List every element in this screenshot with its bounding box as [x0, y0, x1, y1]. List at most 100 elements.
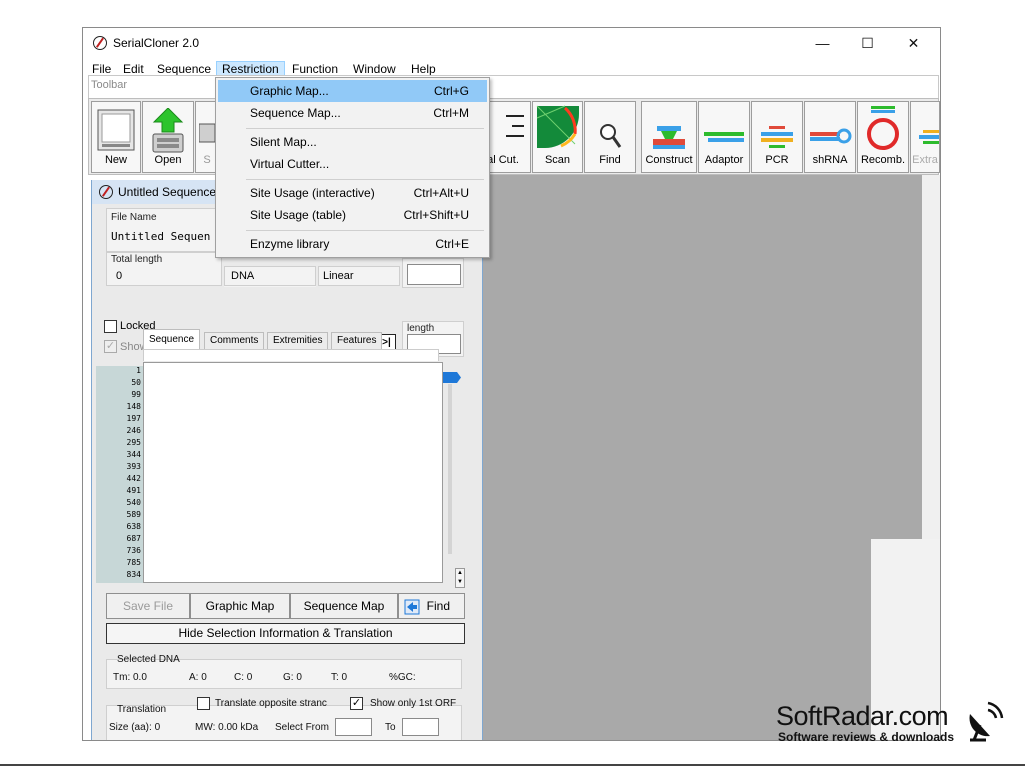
hide-selection-button[interactable]: Hide Selection Information & Translation — [106, 623, 465, 644]
topology-value: Linear — [323, 270, 354, 282]
translation-box: Translation Translate opposite stranc ✓ … — [106, 697, 462, 740]
select-from-input[interactable] — [335, 718, 372, 736]
ruler-number: 197 — [126, 414, 141, 423]
file-name-value[interactable]: Untitled Sequen — [111, 230, 210, 243]
ruler-number: 99 — [131, 390, 141, 399]
construct-button[interactable]: Construct — [641, 101, 697, 173]
selected-dna-box: Selected DNA Tm: 0.0 A: 0 C: 0 G: 0 T: 0… — [106, 654, 462, 689]
tab-comments[interactable]: Comments — [204, 332, 265, 349]
sequence-text-area[interactable] — [143, 362, 443, 583]
mw-value: MW: 0.00 kDa — [195, 722, 259, 733]
restriction-dropdown: Graphic Map... Ctrl+G Sequence Map... Ct… — [215, 77, 490, 258]
menu-separator — [246, 230, 484, 231]
menu-site-usage-table-label: Site Usage (table) — [250, 208, 347, 222]
menu-separator — [246, 128, 484, 129]
menu-site-usage-interactive[interactable]: Site Usage (interactive) Ctrl+Alt+U — [218, 182, 487, 204]
menu-silent-map[interactable]: Silent Map... — [218, 131, 487, 153]
topology-box: Linear — [318, 266, 400, 286]
scroll-spinner[interactable]: ▲ ▼ — [455, 568, 465, 588]
menu-sequence-map[interactable]: Sequence Map... Ctrl+M — [218, 102, 487, 124]
scan-button[interactable]: Scan — [532, 101, 583, 173]
save-file-button[interactable]: Save File — [106, 593, 190, 619]
ruler-number: 785 — [126, 558, 141, 567]
scan-icon — [536, 105, 579, 148]
recomb-button[interactable]: Recomb. — [857, 101, 909, 173]
close-button[interactable]: ✕ — [891, 32, 936, 54]
pcr-button[interactable]: PCR — [751, 101, 803, 173]
ruler-number: 491 — [126, 486, 141, 495]
scroll-track[interactable] — [448, 384, 452, 554]
tab-extremities[interactable]: Extremities — [267, 332, 329, 349]
virtual-cut-icon — [506, 115, 524, 137]
locked-checkbox[interactable] — [104, 320, 117, 333]
extra-button[interactable]: Extra — [910, 101, 940, 173]
type-box: DNA — [224, 266, 316, 286]
document-icon — [97, 109, 135, 151]
graphic-map-button[interactable]: Graphic Map — [190, 593, 290, 619]
position-input[interactable] — [407, 264, 461, 285]
gc-percent: %GC: — [389, 672, 416, 683]
new-button[interactable]: New — [91, 101, 141, 173]
menu-graphic-map[interactable]: Graphic Map... Ctrl+G — [218, 80, 487, 102]
scroll-thumb[interactable] — [443, 372, 461, 383]
selected-dna-label: Selected DNA — [117, 654, 180, 665]
menu-virtual-cutter[interactable]: Virtual Cutter... — [218, 153, 487, 175]
menu-site-usage-table[interactable]: Site Usage (table) Ctrl+Shift+U — [218, 204, 487, 226]
tab-features[interactable]: Features — [331, 332, 383, 349]
translate-opposite-label: Translate opposite stranc — [215, 698, 327, 709]
adaptor-button[interactable]: Adaptor — [698, 101, 750, 173]
ruler-number: 687 — [126, 534, 141, 543]
ruler-number: 50 — [131, 378, 141, 387]
menu-enzyme-library-shortcut: Ctrl+E — [435, 237, 469, 251]
construct-icon — [653, 126, 685, 149]
menu-enzyme-library[interactable]: Enzyme library Ctrl+E — [218, 233, 487, 255]
ruler-number: 442 — [126, 474, 141, 483]
show-first-orf-checkbox[interactable]: ✓ — [350, 697, 363, 710]
ruler-number: 1 — [136, 366, 141, 375]
translate-opposite-checkbox[interactable] — [197, 697, 210, 710]
main-window: SerialCloner 2.0 — ☐ ✕ File Edit Sequenc… — [82, 27, 941, 741]
app-logo-icon — [93, 36, 107, 50]
select-to-input[interactable] — [402, 718, 439, 736]
extra-icon — [919, 130, 939, 144]
save-icon — [199, 123, 215, 143]
t-count: T: 0 — [331, 672, 348, 683]
sequence-map-button[interactable]: Sequence Map — [290, 593, 398, 619]
menu-silent-map-label: Silent Map... — [250, 135, 317, 149]
find-button[interactable]: Find — [398, 593, 465, 619]
ruler-number: 246 — [126, 426, 141, 435]
construct-label: Construct — [645, 154, 693, 166]
tab-sequence[interactable]: Sequence — [143, 329, 201, 349]
sequence-window-title: Untitled Sequence — [118, 185, 217, 199]
maximize-button[interactable]: ☐ — [845, 32, 890, 54]
select-from-label: Select From — [275, 722, 329, 733]
sequence-window: Untitled Sequence File Name Untitled Seq… — [91, 180, 483, 740]
ruler-number: 393 — [126, 462, 141, 471]
length-label: length — [407, 323, 435, 334]
shrna-label: shRNA — [812, 154, 848, 166]
menu-enzyme-library-label: Enzyme library — [250, 237, 330, 251]
minimize-button[interactable]: — — [800, 32, 845, 54]
ruler-number: 589 — [126, 510, 141, 519]
menu-site-usage-interactive-label: Site Usage (interactive) — [250, 186, 375, 200]
ruler-number: 834 — [126, 570, 141, 579]
find-toolbar-button[interactable]: Find — [584, 101, 636, 173]
show-features-checkbox[interactable]: ✓ — [104, 340, 117, 353]
open-button[interactable]: Open — [142, 101, 194, 173]
watermark-subtitle: Software reviews & downloads — [778, 730, 955, 744]
mdi-workspace — [483, 175, 922, 740]
find-button-label: Find — [426, 599, 450, 613]
page-border-line — [0, 764, 1025, 766]
new-label: New — [104, 154, 127, 166]
find-icon — [404, 599, 420, 615]
find-toolbar-label: Find — [599, 154, 621, 166]
to-label: To — [385, 722, 396, 733]
position-ruler: 1 50 99 148 197 246 295 344 393 442 491 … — [96, 366, 143, 583]
translation-label: Translation — [117, 704, 167, 715]
title-bar: SerialCloner 2.0 — ☐ ✕ — [83, 28, 940, 58]
ruler-number: 148 — [126, 402, 141, 411]
shrna-icon — [810, 128, 852, 144]
show-first-orf-label: Show only 1st ORF — [370, 698, 457, 709]
window-title: SerialCloner 2.0 — [113, 36, 200, 50]
shrna-button[interactable]: shRNA — [804, 101, 856, 173]
